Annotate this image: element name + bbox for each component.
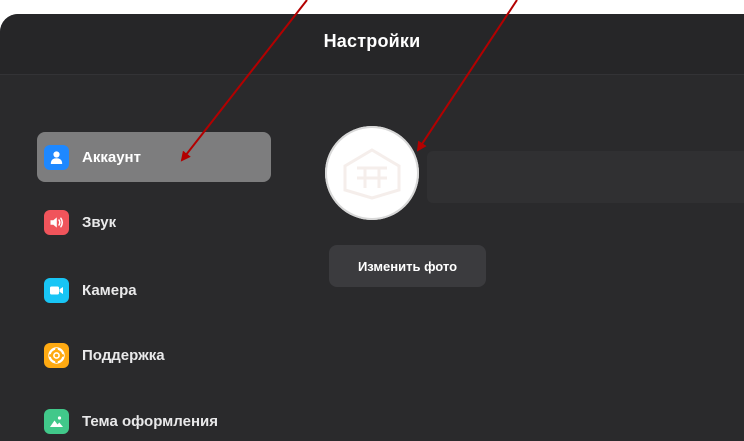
sidebar-item-label: Тема оформления	[82, 412, 218, 430]
sidebar-item-camera[interactable]: Камера	[37, 265, 271, 315]
settings-header: Настройки	[0, 14, 744, 75]
sidebar-item-label: Камера	[82, 281, 137, 299]
avatar-logo-icon	[343, 148, 401, 200]
lifebuoy-icon	[44, 342, 69, 368]
sidebar-item-sound[interactable]: Звук	[37, 197, 271, 247]
image-icon	[44, 408, 69, 434]
sidebar-item-support[interactable]: Поддержка	[37, 330, 271, 380]
user-icon	[44, 144, 69, 170]
settings-window: Настройки Аккаунт Звук Камера Поддержка …	[0, 14, 744, 441]
sidebar-item-theme[interactable]: Тема оформления	[37, 396, 271, 441]
sidebar-item-label: Звук	[82, 213, 117, 231]
change-photo-button[interactable]: Изменить фото	[329, 245, 486, 287]
sidebar-item-label: Поддержка	[82, 346, 165, 364]
avatar[interactable]	[325, 126, 419, 220]
sidebar-item-account[interactable]: Аккаунт	[37, 132, 271, 182]
page-title: Настройки	[323, 31, 421, 51]
name-field[interactable]	[427, 151, 744, 203]
speaker-icon	[44, 209, 69, 235]
camera-icon	[44, 277, 69, 303]
sidebar-item-label: Аккаунт	[82, 148, 141, 166]
